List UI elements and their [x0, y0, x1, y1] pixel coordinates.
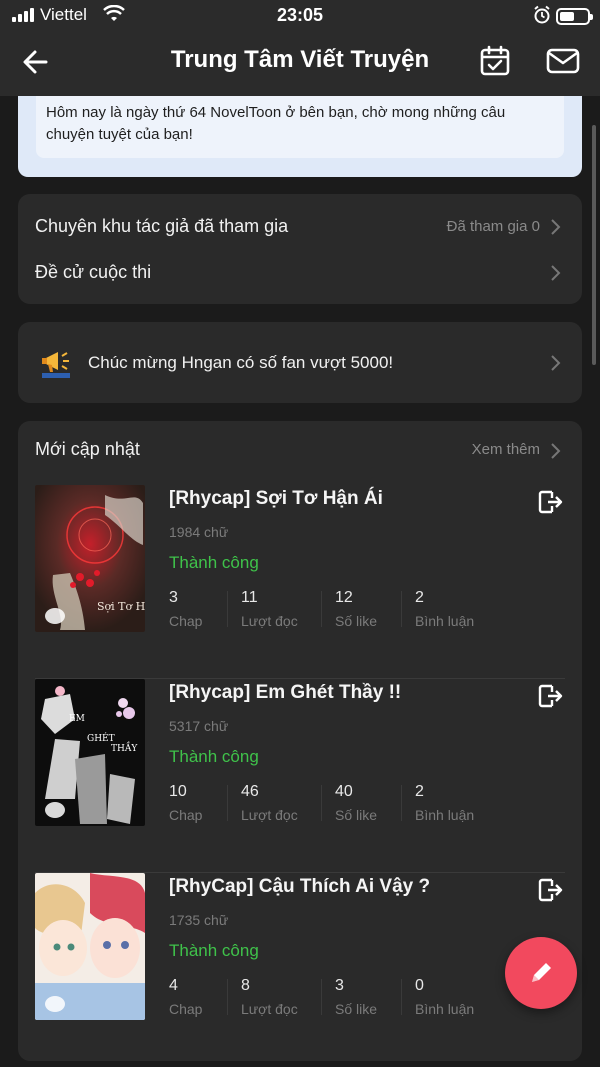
app-header: Viettel 23:05 Trung Tâm Viết Truyện	[0, 0, 600, 96]
mail-icon[interactable]	[545, 44, 581, 78]
stat-label: Lượt đọc	[241, 807, 298, 823]
scrollbar[interactable]	[592, 125, 596, 365]
word-count: 5317 chữ	[169, 718, 229, 734]
story-item[interactable]: Sợi Tơ Hận Ái [Rhycap] Sợi Tơ Hận Ái 198…	[18, 485, 582, 679]
story-stats: 10 Chap 46 Lượt đọc 40 Số like 2 Bình luận	[169, 783, 509, 823]
pencil-icon	[532, 963, 551, 982]
stat-label: Số like	[335, 807, 378, 823]
stat-value: 12	[335, 589, 353, 606]
comment-bubble-icon	[45, 802, 65, 818]
stat-value: 2	[415, 783, 424, 800]
exit-icon[interactable]	[536, 682, 564, 710]
story-title: [Rhycap] Sợi Tơ Hận Ái	[169, 488, 383, 509]
stat-value: 11	[241, 589, 258, 606]
stat-label: Chap	[169, 1001, 203, 1017]
stat-value: 4	[169, 977, 178, 994]
cover-title-text: Sợi Tơ Hận Ái	[97, 599, 145, 613]
write-story-button[interactable]	[505, 937, 577, 1009]
see-more-link[interactable]: Xem thêm	[472, 441, 540, 458]
cover-title-line2: GHÉT	[87, 732, 115, 744]
chevron-right-icon	[551, 265, 561, 281]
story-cover[interactable]: Sợi Tơ Hận Ái	[35, 485, 145, 632]
calendar-check-icon[interactable]	[478, 44, 512, 78]
author-zone-label: Chuyên khu tác giả đã tham gia	[35, 216, 289, 236]
contest-label: Đề cử cuộc thi	[35, 262, 152, 282]
status-bar: Viettel 23:05	[0, 0, 600, 34]
chevron-right-icon	[551, 355, 561, 371]
comment-bubble-icon	[45, 608, 65, 624]
menu-card: Chuyên khu tác giả đã tham gia Đã tham g…	[18, 194, 582, 304]
alarm-icon	[534, 5, 550, 24]
story-title: [RhyCap] Cậu Thích Ai Vậy ?	[169, 876, 431, 897]
stat-value: 10	[169, 783, 187, 800]
story-stats: 4 Chap 8 Lượt đọc 3 Số like 0 Bình luận	[169, 977, 509, 1017]
author-zone-row[interactable]: Chuyên khu tác giả đã tham gia Đã tham g…	[18, 194, 582, 254]
story-cover[interactable]: EM GHÉT THẦY	[35, 679, 145, 826]
clock: 23:05	[276, 5, 324, 25]
publish-status: Thành công	[169, 941, 259, 960]
welcome-text: Hôm nay là ngày thứ 64 NovelToon ở bên b…	[36, 86, 564, 158]
stat-value: 8	[241, 977, 250, 994]
megaphone-icon	[42, 352, 70, 378]
publish-status: Thành công	[169, 553, 259, 572]
word-count: 1735 chữ	[169, 912, 229, 928]
stat-label: Bình luận	[415, 807, 475, 823]
chevron-right-icon	[551, 219, 561, 235]
stat-label: Bình luận	[415, 1001, 475, 1017]
announcement-text: Chúc mừng Hngan có số fan vượt 5000!	[88, 353, 394, 372]
battery-icon	[556, 8, 593, 25]
cover-title-line1: EM	[69, 714, 85, 724]
story-title: [Rhycap] Em Ghét Thầy !!	[169, 682, 402, 703]
stat-value: 3	[335, 977, 344, 994]
stat-label: Lượt đọc	[241, 613, 298, 629]
story-item[interactable]: EM GHÉT THẦY [Rhycap] Em Ghét Thầy !! 53…	[18, 679, 582, 873]
exit-icon[interactable]	[536, 876, 564, 904]
stat-value: 0	[415, 977, 424, 994]
stat-label: Chap	[169, 613, 203, 629]
stat-label: Lượt đọc	[241, 1001, 298, 1017]
story-item[interactable]: [RhyCap] Cậu Thích Ai Vậy ? 1735 chữ Thà…	[18, 873, 582, 1043]
stat-value: 3	[169, 589, 178, 606]
recent-updates-heading: Mới cập nhật	[35, 439, 140, 459]
recent-updates-card: Mới cập nhật Xem thêm Sợi Tơ Hận Ái	[18, 421, 582, 1061]
comment-bubble-icon	[45, 996, 65, 1012]
stat-label: Bình luận	[415, 613, 475, 629]
stat-value: 46	[241, 783, 259, 800]
chevron-right-icon[interactable]	[548, 442, 562, 460]
stat-value: 40	[335, 783, 353, 800]
author-zone-count: Đã tham gia 0	[446, 218, 540, 235]
nav-bar: Trung Tâm Viết Truyện	[0, 34, 600, 90]
story-cover[interactable]	[35, 873, 145, 1020]
announcement-card[interactable]: Chúc mừng Hngan có số fan vượt 5000!	[18, 322, 582, 403]
stat-label: Số like	[335, 1001, 378, 1017]
publish-status: Thành công	[169, 747, 259, 766]
stat-label: Chap	[169, 807, 203, 823]
contest-row[interactable]: Đề cử cuộc thi	[18, 254, 582, 304]
stat-label: Số like	[335, 613, 378, 629]
word-count: 1984 chữ	[169, 524, 229, 540]
story-stats: 3 Chap 11 Lượt đọc 12 Số like 2 Bình luận	[169, 589, 509, 629]
exit-icon[interactable]	[536, 488, 564, 516]
stat-value: 2	[415, 589, 424, 606]
